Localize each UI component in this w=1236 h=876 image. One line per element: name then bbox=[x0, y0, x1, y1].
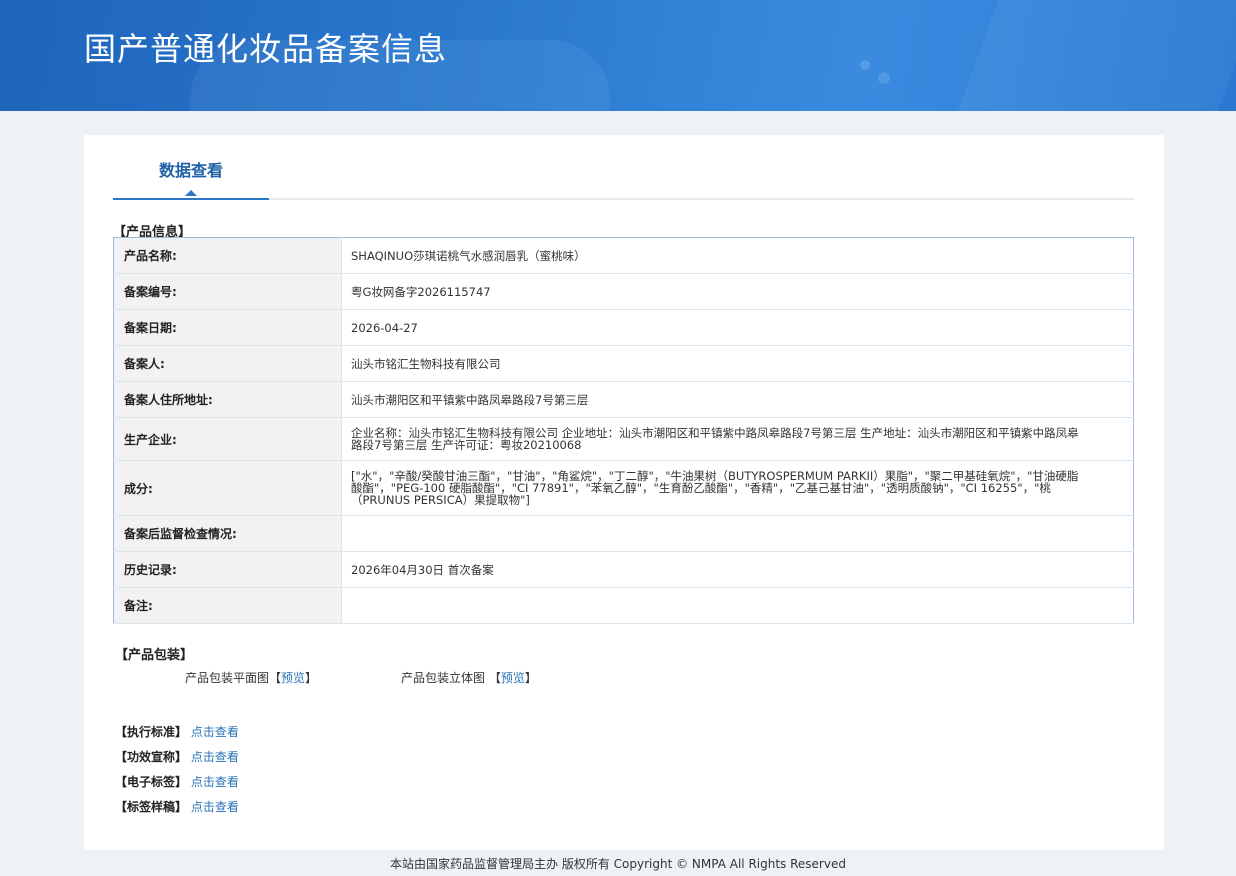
packaging-heading: 【产品包装】 bbox=[115, 648, 194, 663]
link-row-label: 【执行标准】 bbox=[115, 725, 188, 739]
table-row: 历史记录: 2026年04月30日 首次备案 bbox=[113, 551, 1134, 588]
packaging-solid-preview-link[interactable]: 预览 bbox=[501, 671, 525, 685]
link-row-efficacy: 【功效宣称】 点击查看 bbox=[115, 748, 239, 765]
packaging-flat-item: 产品包装平面图【预览】 bbox=[185, 669, 317, 686]
table-row: 备案日期: 2026-04-27 bbox=[113, 309, 1134, 346]
row-value: 汕头市潮阳区和平镇紫中路凤皋路段7号第三层 bbox=[341, 381, 1134, 418]
e-label-view-link[interactable]: 点击查看 bbox=[191, 775, 239, 789]
row-value bbox=[341, 587, 1134, 624]
row-value: 2026年04月30日 首次备案 bbox=[341, 551, 1134, 588]
bracket: 】 bbox=[524, 671, 537, 685]
row-label: 生产企业: bbox=[113, 417, 342, 461]
row-value: SHAQINUO莎琪诺桃气水感润唇乳（蜜桃味） bbox=[341, 237, 1134, 274]
row-value: 粤G妆网备字2026115747 bbox=[341, 273, 1134, 310]
content-card: 数据查看 【产品信息】 产品名称: SHAQINUO莎琪诺桃气水感润唇乳（蜜桃味… bbox=[84, 135, 1164, 850]
banner-decoration bbox=[878, 72, 890, 84]
table-row: 成分: ["水"，"辛酸/癸酸甘油三酯"，"甘油"，"角鲨烷"，"丁二醇"，"牛… bbox=[113, 460, 1134, 516]
standard-view-link[interactable]: 点击查看 bbox=[191, 725, 239, 739]
packaging-flat-label: 产品包装平面图 bbox=[185, 671, 270, 685]
banner-decoration bbox=[860, 60, 870, 70]
packaging-solid-item: 产品包装立体图 【预览】 bbox=[401, 669, 537, 686]
bracket: 【 bbox=[488, 671, 501, 685]
page-title: 国产普通化妆品备案信息 bbox=[84, 30, 448, 68]
row-value bbox=[341, 515, 1134, 552]
row-label: 历史记录: bbox=[113, 551, 342, 588]
table-row: 备案编号: 粤G妆网备字2026115747 bbox=[113, 273, 1134, 310]
bracket: 【 bbox=[269, 671, 282, 685]
table-row: 备注: bbox=[113, 587, 1134, 624]
tab-bar: 数据查看 bbox=[113, 135, 1134, 200]
table-row: 产品名称: SHAQINUO莎琪诺桃气水感润唇乳（蜜桃味） bbox=[113, 237, 1134, 274]
row-label: 备案后监督检查情况: bbox=[113, 515, 342, 552]
row-label: 备案日期: bbox=[113, 309, 342, 346]
table-row: 备案人住所地址: 汕头市潮阳区和平镇紫中路凤皋路段7号第三层 bbox=[113, 381, 1134, 418]
header-banner: 国产普通化妆品备案信息 bbox=[0, 0, 1236, 111]
row-label: 成分: bbox=[113, 460, 342, 516]
table-row: 备案后监督检查情况: bbox=[113, 515, 1134, 552]
product-info-table: 产品名称: SHAQINUO莎琪诺桃气水感润唇乳（蜜桃味） 备案编号: 粤G妆网… bbox=[113, 237, 1134, 624]
link-row-e-label: 【电子标签】 点击查看 bbox=[115, 773, 239, 790]
row-label: 产品名称: bbox=[113, 237, 342, 274]
row-label: 备案人住所地址: bbox=[113, 381, 342, 418]
packaging-flat-preview-link[interactable]: 预览 bbox=[281, 671, 305, 685]
footer-copyright: 本站由国家药品监督管理局主办 版权所有 Copyright © NMPA All… bbox=[390, 857, 846, 871]
link-row-label: 【电子标签】 bbox=[115, 775, 188, 789]
row-value: 2026-04-27 bbox=[341, 309, 1134, 346]
efficacy-view-link[interactable]: 点击查看 bbox=[191, 750, 239, 764]
banner-decoration bbox=[950, 0, 1236, 111]
link-row-standard: 【执行标准】 点击查看 bbox=[115, 723, 239, 740]
link-row-label: 【功效宣称】 bbox=[115, 750, 188, 764]
bracket: 】 bbox=[305, 671, 318, 685]
row-value: ["水"，"辛酸/癸酸甘油三酯"，"甘油"，"角鲨烷"，"丁二醇"，"牛油果树（… bbox=[341, 460, 1134, 516]
packaging-solid-label: 产品包装立体图 bbox=[401, 671, 486, 685]
link-row-label-draft: 【标签样稿】 点击查看 bbox=[115, 798, 239, 815]
row-value: 汕头市铭汇生物科技有限公司 bbox=[341, 345, 1134, 382]
row-label: 备案编号: bbox=[113, 273, 342, 310]
link-row-label: 【标签样稿】 bbox=[115, 800, 188, 814]
table-row: 备案人: 汕头市铭汇生物科技有限公司 bbox=[113, 345, 1134, 382]
row-label: 备注: bbox=[113, 587, 342, 624]
row-label: 备案人: bbox=[113, 345, 342, 382]
table-row: 生产企业: 企业名称：汕头市铭汇生物科技有限公司 企业地址：汕头市潮阳区和平镇紫… bbox=[113, 417, 1134, 461]
row-value: 企业名称：汕头市铭汇生物科技有限公司 企业地址：汕头市潮阳区和平镇紫中路凤皋路段… bbox=[341, 417, 1134, 461]
label-draft-view-link[interactable]: 点击查看 bbox=[191, 800, 239, 814]
tab-active-caret-icon bbox=[185, 190, 197, 196]
